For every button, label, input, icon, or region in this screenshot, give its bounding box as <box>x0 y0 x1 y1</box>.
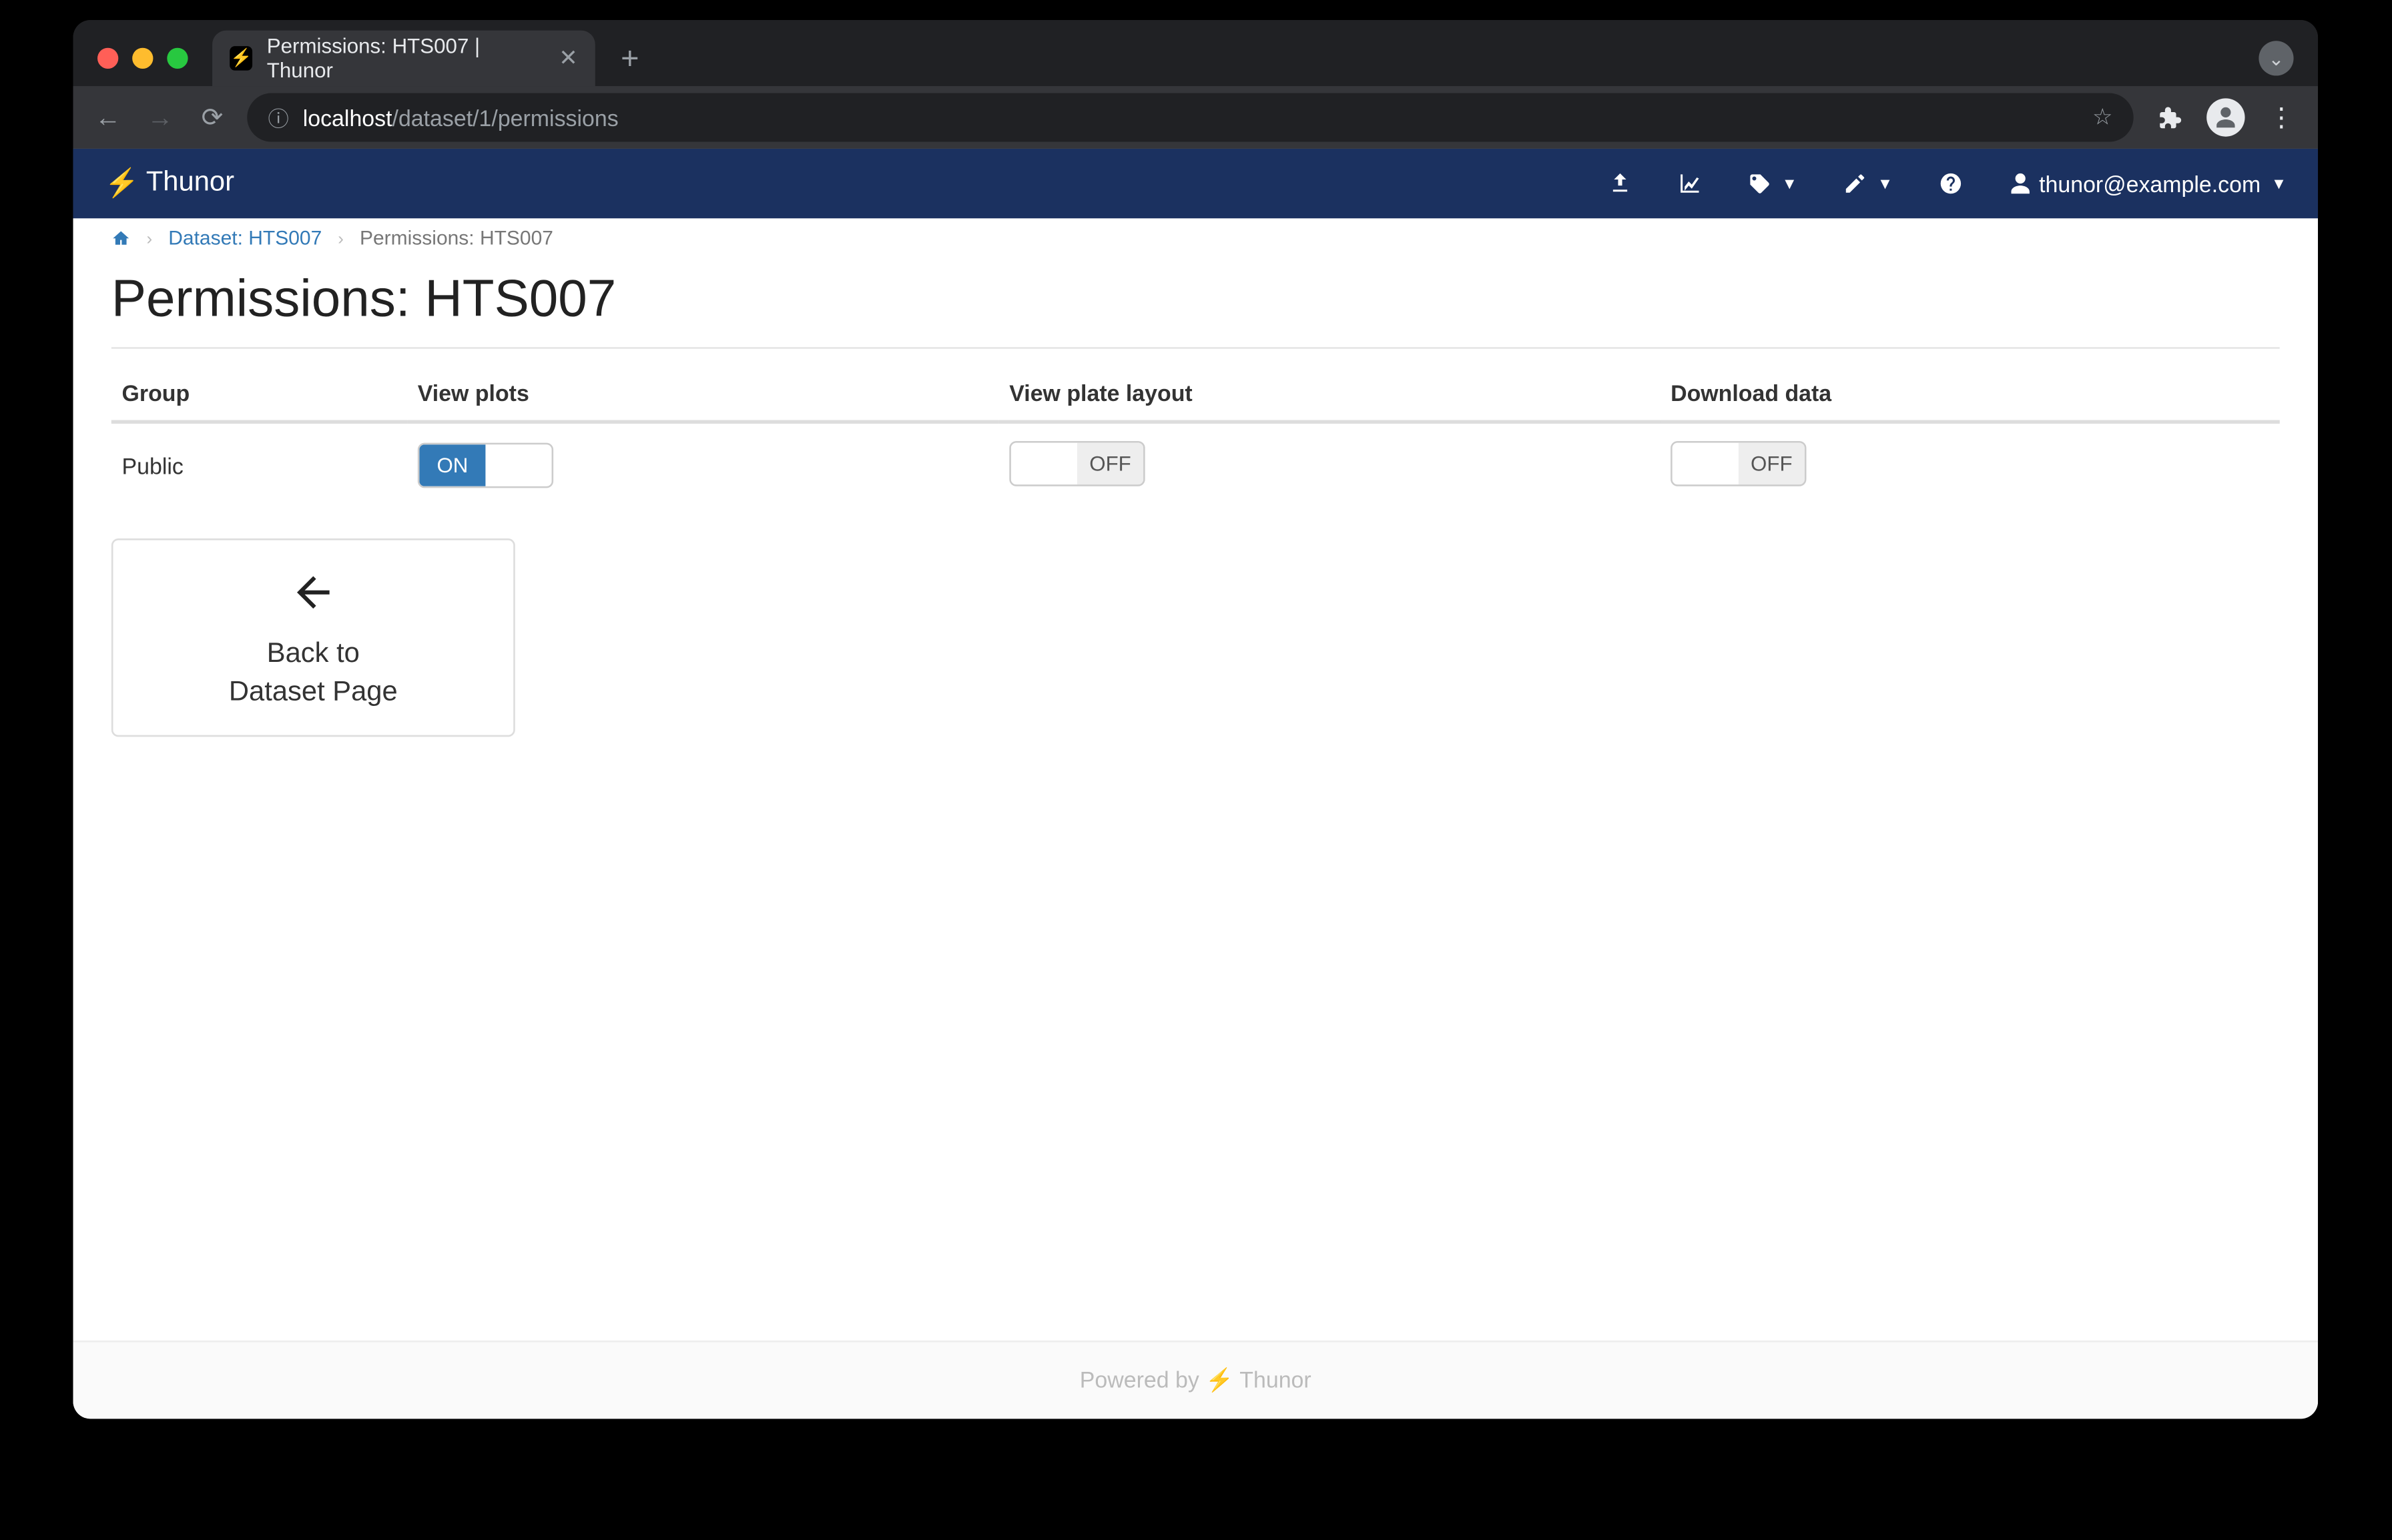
bookmark-icon[interactable]: ☆ <box>2092 103 2112 131</box>
back-button-label: Back to Dataset Page <box>131 636 497 711</box>
arrow-left-icon <box>131 568 497 625</box>
bolt-icon: ⚡ <box>104 166 139 201</box>
brand[interactable]: ⚡ Thunor <box>104 166 234 201</box>
page-title: Permissions: HTS007 <box>111 270 2280 330</box>
brand-name: Thunor <box>146 168 234 200</box>
tabs-overflow-icon[interactable]: ⌄ <box>2259 41 2293 75</box>
breadcrumb-sep: › <box>147 230 153 250</box>
caret-down-icon: ▼ <box>1782 175 1797 192</box>
url-host: localhost <box>303 104 392 130</box>
permissions-table: Group View plots View plate layout Downl… <box>111 366 2280 507</box>
breadcrumb-sep: › <box>338 230 344 250</box>
browser-tab[interactable]: ⚡ Permissions: HTS007 | Thunor ✕ <box>212 31 595 86</box>
footer-text: Powered by <box>1080 1367 1205 1393</box>
browser-window: ⚡ Permissions: HTS007 | Thunor ✕ + ⌄ ← →… <box>73 20 2319 1419</box>
footer-brand: Thunor <box>1239 1367 1311 1393</box>
divider <box>111 347 2280 349</box>
group-cell: Public <box>111 422 407 507</box>
col-view-plate-layout: View plate layout <box>999 366 1661 422</box>
extensions-icon[interactable] <box>2151 103 2189 132</box>
user-email: thunor@example.com <box>2039 171 2261 197</box>
bolt-icon: ⚡ <box>230 46 253 71</box>
plots-button[interactable] <box>1677 171 1702 196</box>
caret-down-icon: ▼ <box>2271 175 2287 192</box>
toggle-on-label: ON <box>419 444 485 486</box>
main-content: Permissions: HTS007 Group View plots Vie… <box>73 260 2319 1340</box>
window-controls <box>87 48 202 86</box>
tab-title: Permissions: HTS007 | Thunor <box>267 34 538 83</box>
toggle-handle <box>1011 443 1077 485</box>
col-group: Group <box>111 366 407 422</box>
user-menu[interactable]: thunor@example.com ▼ <box>2008 171 2287 197</box>
toggle-view-plots[interactable]: ON <box>418 443 553 488</box>
breadcrumb-home[interactable] <box>111 229 136 250</box>
browser-menu-icon[interactable]: ⋮ <box>2263 102 2301 133</box>
toggle-off-label: OFF <box>1077 443 1143 485</box>
upload-button[interactable] <box>1608 171 1632 196</box>
window-minimize-icon[interactable] <box>132 48 153 69</box>
reload-icon[interactable]: ⟳ <box>195 102 230 133</box>
forward-icon: → <box>143 103 178 132</box>
browser-toolbar: ← → ⟳ ⓘ localhost/dataset/1/permissions … <box>73 86 2319 149</box>
profile-avatar-icon[interactable] <box>2206 98 2245 136</box>
col-view-plots: View plots <box>407 366 999 422</box>
help-button[interactable] <box>1938 171 1963 196</box>
breadcrumb-current: Permissions: HTS007 <box>360 229 553 250</box>
col-download-data: Download data <box>1660 366 2279 422</box>
window-close-icon[interactable] <box>97 48 118 69</box>
page-body: ⚡ Thunor ▼ ▼ <box>73 149 2319 1419</box>
back-icon[interactable]: ← <box>91 103 125 132</box>
app-navbar: ⚡ Thunor ▼ ▼ <box>73 149 2319 218</box>
site-info-icon[interactable]: ⓘ <box>268 103 289 132</box>
footer: Powered by ⚡ Thunor <box>73 1340 2319 1419</box>
toggle-download-data[interactable]: OFF <box>1671 441 1806 486</box>
table-row: Public ON OFF <box>111 422 2280 507</box>
new-tab-button[interactable]: + <box>605 34 654 83</box>
tab-close-icon[interactable]: ✕ <box>559 45 577 73</box>
edit-dropdown[interactable]: ▼ <box>1843 171 1893 196</box>
toggle-off-label: OFF <box>1739 443 1805 485</box>
toggle-view-plate-layout[interactable]: OFF <box>1009 441 1145 486</box>
address-bar[interactable]: ⓘ localhost/dataset/1/permissions ☆ <box>247 93 2133 142</box>
window-zoom-icon[interactable] <box>167 48 188 69</box>
tab-bar: ⚡ Permissions: HTS007 | Thunor ✕ + ⌄ <box>73 20 2319 86</box>
url-path: /dataset/1/permissions <box>392 104 619 130</box>
breadcrumb: › Dataset: HTS007 › Permissions: HTS007 <box>73 218 2319 260</box>
caret-down-icon: ▼ <box>1877 175 1893 192</box>
breadcrumb-dataset[interactable]: Dataset: HTS007 <box>168 229 322 250</box>
bolt-icon: ⚡ <box>1205 1367 1233 1393</box>
toggle-handle <box>1673 443 1739 485</box>
tags-dropdown[interactable]: ▼ <box>1747 171 1797 196</box>
toggle-handle <box>485 444 551 486</box>
back-to-dataset-button[interactable]: Back to Dataset Page <box>111 538 515 737</box>
navbar-right: ▼ ▼ thunor@example.com ▼ <box>1608 171 2287 197</box>
